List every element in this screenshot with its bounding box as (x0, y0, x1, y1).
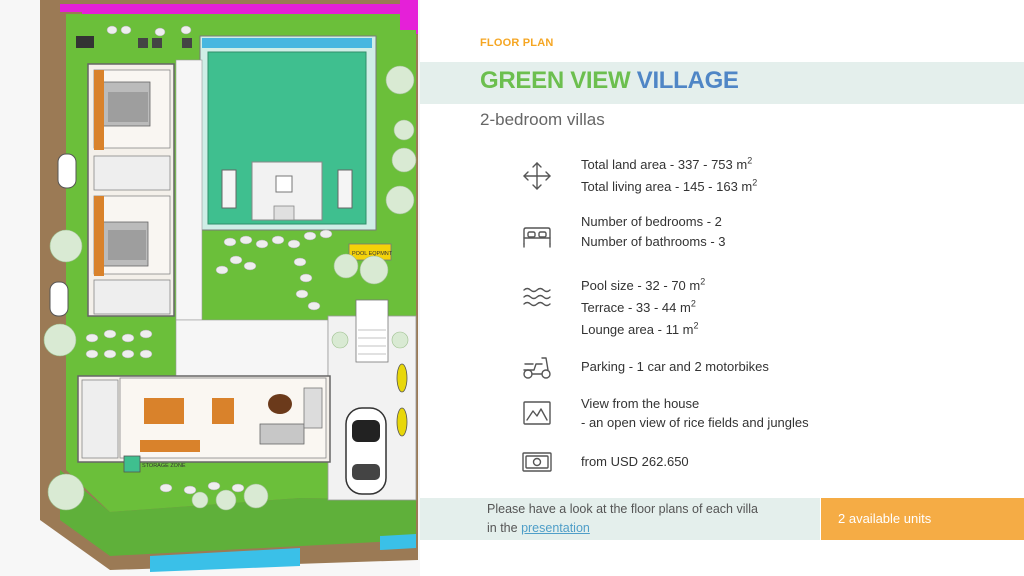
land-area-text: Total land area - 337 - 753 m (581, 157, 748, 172)
waves-icon (520, 280, 554, 314)
arrows-expand-icon (520, 159, 554, 193)
available-units-badge: 2 available units (821, 498, 1024, 540)
page-title: GREEN VIEW VILLAGE (480, 67, 739, 95)
bed-icon (520, 218, 554, 252)
footer-line-2-prefix: in the (487, 521, 522, 535)
pool-size-sup: 2 (700, 276, 706, 287)
title-green-part: GREEN VIEW (480, 67, 631, 94)
footer-text: Please have a look at the floor plans of… (487, 500, 758, 538)
terrace-text: Terrace - 33 - 44 m (581, 300, 691, 315)
bedrooms-text: Number of bedrooms - 2 (581, 214, 722, 229)
banknote-icon (520, 445, 554, 479)
pool-size-text: Pool size - 32 - 70 m (581, 278, 701, 293)
landscape-picture-icon (520, 396, 554, 430)
living-area-text: Total living area - 145 - 163 m (581, 179, 753, 194)
storage-zone-label: STORAGE ZONE (142, 463, 186, 469)
floor-plan-image: POOL EQPMNT STORAGE ZONE (0, 0, 420, 576)
bathrooms-text: Number of bathrooms - 3 (581, 234, 726, 249)
living-area-sup: 2 (752, 177, 758, 188)
lounge-text: Lounge area - 11 m (581, 322, 694, 337)
view-line-1: View from the house (581, 396, 700, 411)
price-text: from USD 262.650 (581, 454, 689, 469)
parking-text: Parking - 1 car and 2 motorbikes (581, 359, 769, 374)
title-blue-part: VILLAGE (636, 67, 739, 94)
presentation-link[interactable]: presentation (521, 521, 590, 535)
lounge-sup: 2 (693, 320, 699, 331)
footer-line-1: Please have a look at the floor plans of… (487, 502, 759, 516)
view-line-2: - an open view of rice fields and jungle… (581, 415, 809, 430)
scooter-icon (520, 350, 554, 384)
land-area-sup: 2 (747, 155, 753, 166)
terrace-sup: 2 (690, 298, 696, 309)
section-label: FLOOR PLAN (480, 37, 554, 49)
page-subtitle: 2-bedroom villas (480, 110, 605, 129)
